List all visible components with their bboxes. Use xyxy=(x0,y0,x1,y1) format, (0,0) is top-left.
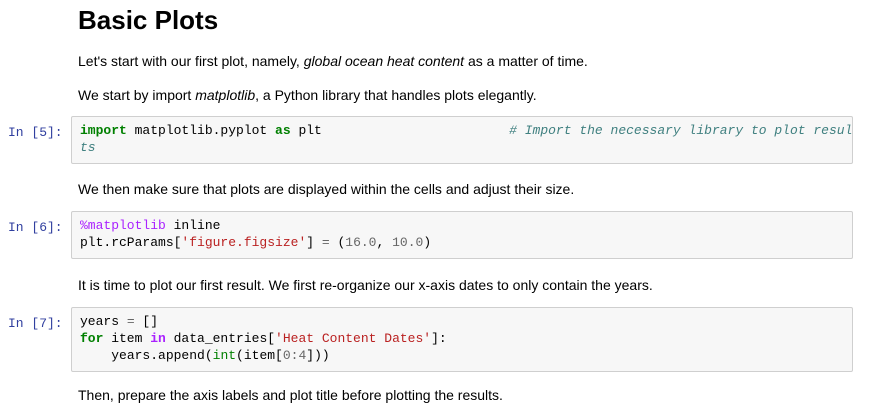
code-text: , xyxy=(376,235,393,250)
code-text: (item[ xyxy=(236,348,283,363)
text: as a matter of time. xyxy=(464,53,588,69)
emphasis-text: global ocean heat content xyxy=(303,53,465,69)
operator: = xyxy=(126,314,135,329)
markdown-paragraph-import: We start by import matplotlib, a Python … xyxy=(78,86,537,104)
keyword-in: in xyxy=(150,331,166,346)
code-text: data_entries[ xyxy=(165,331,276,346)
magic-command: %matplotlib xyxy=(80,218,166,233)
keyword-as: as xyxy=(275,123,291,138)
emphasis-text: matplotlib xyxy=(195,87,256,103)
number-literal: 10.0 xyxy=(392,235,424,250)
module-name: matplotlib.pyplot xyxy=(126,123,276,138)
code-text: years xyxy=(80,314,127,329)
keyword-for: for xyxy=(80,331,104,346)
code-text: ( xyxy=(329,235,346,250)
code-text: ])) xyxy=(306,348,330,363)
input-prompt-5: In [5]: xyxy=(8,125,63,140)
text: We start by import xyxy=(78,87,196,103)
text: , a Python library that handles plots el… xyxy=(255,87,537,103)
markdown-paragraph-inline: We then make sure that plots are display… xyxy=(78,181,575,197)
alias-name: plt xyxy=(290,123,322,138)
input-prompt-7: In [7]: xyxy=(8,316,63,331)
magic-argument: inline xyxy=(165,218,221,233)
builtin-int: int xyxy=(212,348,237,363)
text: Let's start with our first plot, namely, xyxy=(78,53,304,69)
operator: = xyxy=(321,235,330,250)
code-comment: # Import the necessary library to plot r… xyxy=(509,123,853,138)
code-comment-wrap: ts xyxy=(80,140,96,155)
code-text: plt.rcParams[ xyxy=(80,235,182,250)
code-cell-5[interactable]: import matplotlib.pyplot as plt # Import… xyxy=(71,116,853,164)
string-literal: 'figure.figsize' xyxy=(181,235,307,250)
code-text: ] xyxy=(306,235,322,250)
markdown-paragraph-intro: Let's start with our first plot, namely,… xyxy=(78,52,588,70)
string-literal: 'Heat Content Dates' xyxy=(275,331,432,346)
code-text: [] xyxy=(134,314,159,329)
markdown-paragraph-labels: Then, prepare the axis labels and plot t… xyxy=(78,387,503,403)
code-cell-6[interactable]: %matplotlib inline plt.rcParams['figure.… xyxy=(71,211,853,259)
code-text: years.append( xyxy=(111,348,213,363)
code-text: ]: xyxy=(431,331,447,346)
number-literal: 0 xyxy=(282,348,291,363)
input-prompt-6: In [6]: xyxy=(8,220,63,235)
number-literal: 16.0 xyxy=(345,235,377,250)
code-text: item xyxy=(103,331,151,346)
code-cell-7[interactable]: years = [] for item in data_entries['Hea… xyxy=(71,307,853,372)
markdown-paragraph-dates: It is time to plot our first result. We … xyxy=(78,277,653,293)
section-heading: Basic Plots xyxy=(78,5,219,35)
code-text: ) xyxy=(423,235,432,250)
keyword-import: import xyxy=(80,123,127,138)
